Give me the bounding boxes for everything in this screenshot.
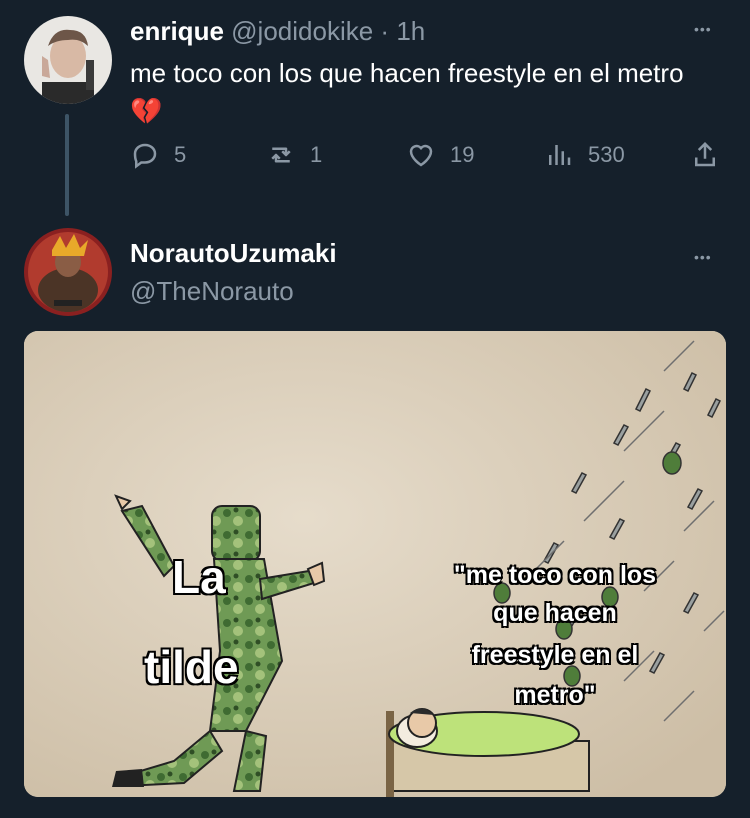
- tweet-media-image[interactable]: La tilde "me toco con los que hacen free…: [24, 331, 726, 797]
- author-name[interactable]: NorautoUzumaki: [130, 238, 337, 268]
- meme-label-left-line2: tilde: [143, 641, 240, 693]
- meme-label-right-line2: que hacen: [492, 598, 618, 628]
- views-button[interactable]: 530: [544, 140, 625, 170]
- author-handle[interactable]: @jodidokike: [231, 16, 373, 46]
- meme-label-right-line1: "me toco con los: [453, 560, 657, 590]
- share-button[interactable]: [690, 140, 734, 170]
- meme-label-left-line1: La: [171, 551, 227, 603]
- reply-icon: [133, 143, 157, 169]
- author-handle[interactable]: @TheNorauto: [130, 276, 294, 306]
- heart-icon: [409, 144, 433, 167]
- tweet-body: me toco con los que hacen freestyle en e…: [130, 58, 684, 88]
- sleeping-person: [386, 708, 590, 797]
- like-count: 19: [450, 142, 475, 167]
- more-options-icon[interactable]: •••: [694, 22, 724, 44]
- more-options-icon[interactable]: •••: [694, 250, 724, 272]
- share-icon: [695, 141, 715, 167]
- tweet2-name-row: NorautoUzumaki: [130, 238, 337, 269]
- thread-line: [65, 114, 69, 216]
- separator: ·: [380, 16, 390, 46]
- timestamp[interactable]: 1h: [396, 16, 425, 46]
- avatar-enrique[interactable]: [24, 16, 112, 104]
- author-name[interactable]: enrique: [130, 16, 224, 46]
- retweet-button[interactable]: 1: [266, 140, 322, 170]
- like-button[interactable]: 19: [406, 140, 474, 170]
- tweet1-header: enrique @jodidokike · 1h: [130, 16, 425, 47]
- broken-heart-emoji: 💔: [130, 96, 163, 126]
- avatar-norauto[interactable]: [24, 228, 112, 316]
- analytics-icon: [549, 145, 571, 165]
- views-count: 530: [588, 142, 625, 167]
- tweet-text: me toco con los que hacen freestyle en e…: [130, 54, 720, 130]
- tweet2-handle-row: @TheNorauto: [130, 276, 294, 307]
- meme-label-right-line4: metro": [513, 680, 596, 710]
- reply-count: 5: [174, 142, 187, 167]
- reply-button[interactable]: 5: [130, 140, 186, 170]
- retweet-count: 1: [310, 142, 323, 167]
- tweet-reply-parent[interactable]: enrique @jodidokike · 1h ••• me toco con…: [0, 0, 750, 220]
- meme-label-right-line3: freestyle en el: [471, 640, 640, 670]
- tweet-actions: 5 1 19 530: [130, 140, 730, 180]
- retweet-icon: [271, 147, 291, 163]
